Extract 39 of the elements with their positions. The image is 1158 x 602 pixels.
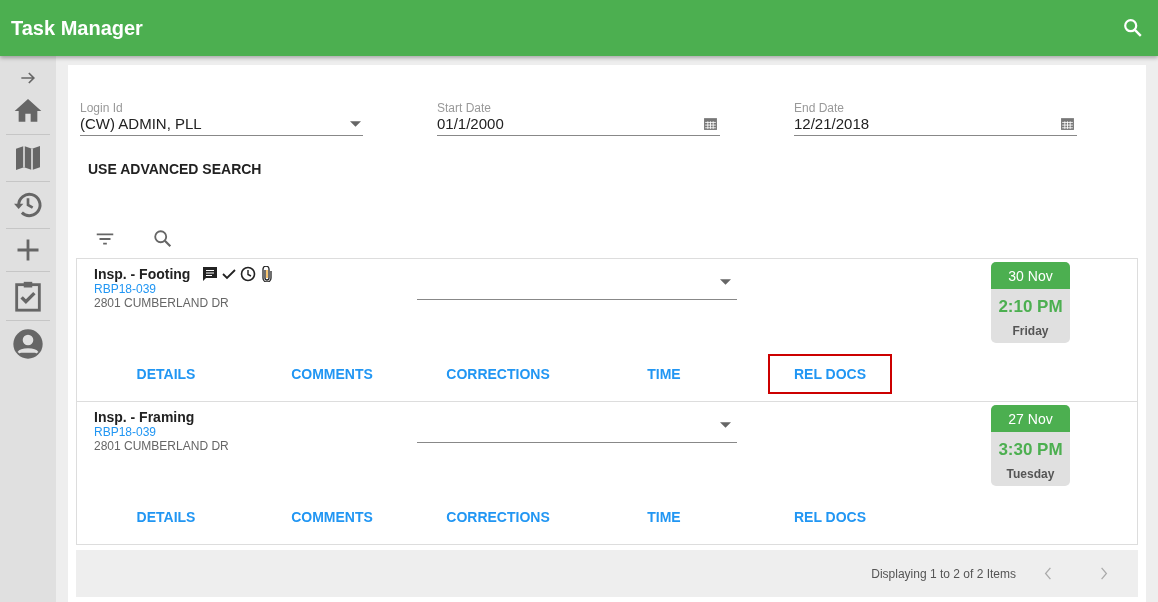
badge-weekday: Tuesday bbox=[1006, 467, 1055, 481]
action-button[interactable]: COMMENTS bbox=[270, 497, 394, 537]
search-icon[interactable] bbox=[152, 228, 174, 250]
badge-weekday: Friday bbox=[1012, 324, 1049, 338]
action-button[interactable]: REL DOCS bbox=[768, 354, 892, 394]
action-button[interactable]: TIME bbox=[602, 497, 726, 537]
badge-time: 2:10 PM bbox=[998, 297, 1063, 317]
permit-link[interactable]: RBP18-039 bbox=[94, 425, 417, 439]
action-button[interactable]: DETAILS bbox=[104, 354, 228, 394]
dropdown-caret-icon bbox=[350, 120, 361, 127]
badge-date: 30 Nov bbox=[991, 262, 1070, 289]
calendar-icon[interactable] bbox=[1060, 116, 1075, 131]
advanced-search-button[interactable]: USE ADVANCED SEARCH bbox=[88, 158, 262, 180]
action-button[interactable]: TIME bbox=[602, 354, 726, 394]
action-button[interactable]: DETAILS bbox=[104, 497, 228, 537]
check-icon bbox=[221, 266, 238, 282]
action-button[interactable]: REL DOCS bbox=[768, 497, 892, 537]
clock-icon bbox=[240, 266, 257, 282]
app-title: Task Manager bbox=[11, 16, 143, 40]
search-icon[interactable] bbox=[1122, 17, 1144, 39]
dropdown-caret-icon bbox=[720, 421, 731, 428]
task-address: 2801 CUMBERLAND DR bbox=[94, 296, 230, 310]
pager-summary: Displaying 1 to 2 of 2 Items bbox=[871, 566, 1016, 581]
action-button[interactable]: CORRECTIONS bbox=[436, 354, 560, 394]
badge-time: 3:30 PM bbox=[998, 440, 1063, 460]
task-title: Insp. - Footing bbox=[94, 266, 191, 282]
task-address: 2801 CUMBERLAND DR bbox=[94, 439, 230, 453]
calendar-icon[interactable] bbox=[703, 116, 718, 131]
task-title: Insp. - Framing bbox=[94, 409, 195, 425]
comment-icon bbox=[202, 266, 219, 282]
badge-date: 27 Nov bbox=[991, 405, 1070, 432]
dropdown-caret-icon bbox=[720, 278, 731, 285]
account-icon[interactable] bbox=[12, 328, 44, 360]
filter-field[interactable]: End Date 12/21/2018 bbox=[794, 101, 1077, 136]
action-button[interactable]: COMMENTS bbox=[270, 354, 394, 394]
permit-link[interactable]: RBP18-039 bbox=[94, 282, 417, 296]
action-button[interactable]: CORRECTIONS bbox=[436, 497, 560, 537]
filter-field[interactable]: Login Id (CW) ADMIN, PLL bbox=[80, 101, 363, 136]
filter-field[interactable]: Start Date 01/1/2000 bbox=[437, 101, 720, 136]
